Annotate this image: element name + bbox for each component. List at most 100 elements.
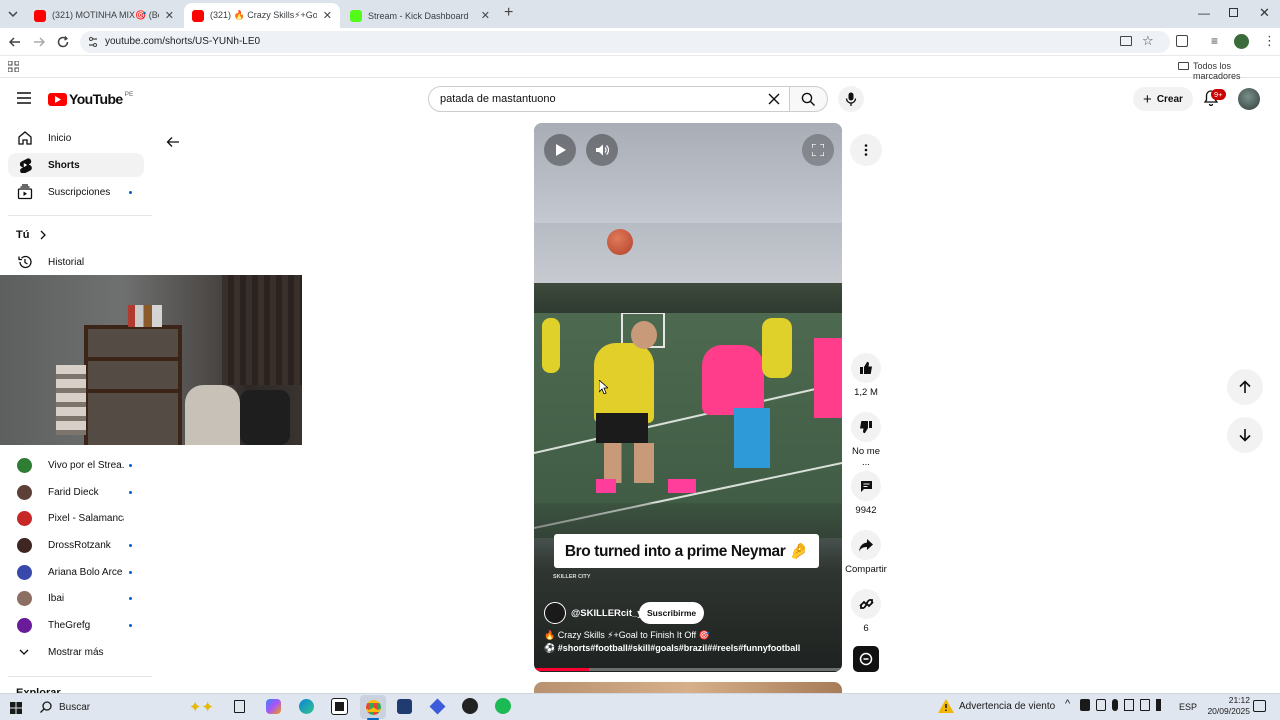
remix-action[interactable]: 6 xyxy=(848,589,884,634)
create-button[interactable]: + Crear xyxy=(1133,87,1193,111)
you-section-header[interactable]: Tú xyxy=(16,229,48,241)
progress-track[interactable] xyxy=(534,668,842,671)
youtube-favicon-icon xyxy=(192,9,204,22)
youtube-header: YouTube PE patada de mastantuono + Crear… xyxy=(0,80,1280,118)
next-short-preview[interactable] xyxy=(534,682,842,693)
youtube-logo[interactable]: YouTube PE xyxy=(48,91,133,107)
channel-handle[interactable]: @SKILLERcit_y xyxy=(571,608,643,619)
search-input[interactable]: patada de mastantuono xyxy=(428,86,790,112)
dislike-button[interactable] xyxy=(851,412,881,442)
close-tab-icon[interactable]: ✕ xyxy=(481,9,490,22)
kick-favicon-icon xyxy=(350,9,362,22)
search-button[interactable] xyxy=(790,86,828,112)
next-short-button[interactable] xyxy=(1227,417,1263,453)
play-button[interactable] xyxy=(544,134,576,166)
account-avatar[interactable] xyxy=(1238,88,1260,110)
site-info-icon[interactable] xyxy=(87,36,99,48)
subscription-item[interactable]: Ibai xyxy=(8,586,144,610)
store-icon[interactable] xyxy=(331,698,348,715)
short-hashtags[interactable]: ⚽ #shorts#football#skill#goals#brazil##r… xyxy=(544,643,800,654)
minimize-icon[interactable]: — xyxy=(1198,6,1210,20)
edge-icon[interactable] xyxy=(299,699,314,714)
audio-app-icon[interactable] xyxy=(397,699,412,714)
new-content-dot xyxy=(129,490,132,494)
apps-grid-icon[interactable] xyxy=(8,61,19,72)
close-window-icon[interactable]: ✕ xyxy=(1259,5,1270,21)
all-bookmarks-link[interactable]: Todos los marcadores xyxy=(1193,61,1280,81)
back-arrow-icon[interactable] xyxy=(166,135,180,149)
tray-app-icon[interactable] xyxy=(1096,699,1106,711)
spotify-icon[interactable] xyxy=(495,698,511,714)
chrome-menu-icon[interactable]: ⋮ xyxy=(1263,33,1276,49)
sidebar-item-home[interactable]: Inicio xyxy=(8,126,144,150)
subscription-item[interactable]: DrossRotzank xyxy=(8,533,144,557)
address-bar[interactable]: youtube.com/shorts/US-YUNh-LE0 ☆ xyxy=(80,31,1170,53)
media-controls-icon[interactable]: ≡ xyxy=(1211,34,1218,48)
sidebar-item-history[interactable]: Historial xyxy=(8,250,144,274)
subscription-item[interactable]: Vivo por el Strea... xyxy=(8,453,144,477)
install-app-icon[interactable] xyxy=(1120,36,1132,46)
clear-search-icon[interactable] xyxy=(767,92,781,106)
subscribe-button[interactable]: Suscribirme xyxy=(639,602,705,624)
comments-button[interactable] xyxy=(851,471,881,501)
tray-app-icon[interactable] xyxy=(1124,699,1134,711)
dislike-action[interactable]: No me ... xyxy=(848,412,884,468)
show-more-button[interactable]: Mostrar más xyxy=(8,640,144,664)
shelf-image xyxy=(84,325,182,445)
browser-tab-1[interactable]: (321) MOTINHA MIX🎯 (Beele... ✕ xyxy=(26,3,182,28)
new-tab-button[interactable]: + xyxy=(504,4,513,22)
audio-thumbnail[interactable] xyxy=(853,646,879,672)
subscription-item[interactable]: Pixel - Salamanca xyxy=(8,506,144,530)
channel-avatar[interactable] xyxy=(544,602,566,624)
tray-icons[interactable] xyxy=(1080,699,1166,711)
extensions-icon[interactable] xyxy=(1176,35,1188,47)
sidebar-item-subscriptions[interactable]: Suscripciones xyxy=(8,180,144,204)
bookmark-star-icon[interactable]: ☆ xyxy=(1142,33,1154,49)
reload-icon[interactable] xyxy=(56,35,70,49)
task-view-icon[interactable] xyxy=(234,700,245,713)
forward-icon[interactable] xyxy=(32,35,46,49)
obs-icon[interactable] xyxy=(462,698,478,714)
subscription-item[interactable]: Farid Dieck xyxy=(8,480,144,504)
input-language[interactable]: ESP xyxy=(1179,702,1197,712)
voice-search-button[interactable] xyxy=(838,86,864,112)
profile-avatar[interactable] xyxy=(1234,34,1249,49)
chair-image xyxy=(240,390,290,445)
weather-text[interactable]: Advertencia de viento xyxy=(959,701,1055,712)
microphone-icon[interactable] xyxy=(1112,699,1118,711)
tray-app-icon[interactable] xyxy=(1080,699,1090,711)
copilot-icon[interactable] xyxy=(266,699,281,714)
network-icon[interactable] xyxy=(1140,699,1150,711)
close-tab-icon[interactable]: ✕ xyxy=(165,9,174,22)
taskbar-clock[interactable]: 21:12 20/09/2025 xyxy=(1200,695,1250,717)
like-action[interactable]: 1,2 M xyxy=(848,353,884,398)
comments-action[interactable]: 9942 xyxy=(848,471,884,516)
windows-start-icon[interactable] xyxy=(10,702,22,714)
fullscreen-button[interactable] xyxy=(802,134,834,166)
remix-button[interactable] xyxy=(851,589,881,619)
chrome-taskbar-icon[interactable] xyxy=(360,695,386,719)
back-icon[interactable] xyxy=(8,35,22,49)
close-tab-icon[interactable]: ✕ xyxy=(323,9,332,22)
kick-app-icon[interactable] xyxy=(429,698,446,715)
like-button[interactable] xyxy=(851,353,881,383)
share-action[interactable]: Compartir xyxy=(845,530,887,575)
more-options-button[interactable] xyxy=(850,134,882,166)
restore-icon[interactable] xyxy=(1229,8,1238,17)
browser-tab-2[interactable]: (321) 🔥 Crazy Skills⚡+Goal to... ✕ xyxy=(184,3,340,28)
subscription-item[interactable]: TheGrefg xyxy=(8,613,144,637)
tab-search-chevron-icon[interactable] xyxy=(6,7,20,21)
notification-center-icon[interactable] xyxy=(1253,700,1266,712)
volume-button[interactable] xyxy=(586,134,618,166)
short-video-player[interactable]: Bro turned into a prime Neymar 🤌 SKILLER… xyxy=(534,123,842,672)
taskbar-search[interactable]: Buscar ✦✦ xyxy=(32,695,222,719)
hamburger-menu-icon[interactable] xyxy=(17,92,31,104)
share-button[interactable] xyxy=(851,530,881,560)
sidebar-item-shorts[interactable]: Shorts xyxy=(8,153,144,177)
previous-short-button[interactable] xyxy=(1227,369,1263,405)
speaker-icon[interactable] xyxy=(1156,699,1166,711)
browser-tab-3[interactable]: Stream - Kick Dashboard ✕ xyxy=(342,3,498,28)
tray-chevron-icon[interactable]: ^ xyxy=(1065,698,1070,710)
subscription-item[interactable]: Ariana Bolo Arce xyxy=(8,560,144,584)
cloth-image xyxy=(185,385,240,445)
